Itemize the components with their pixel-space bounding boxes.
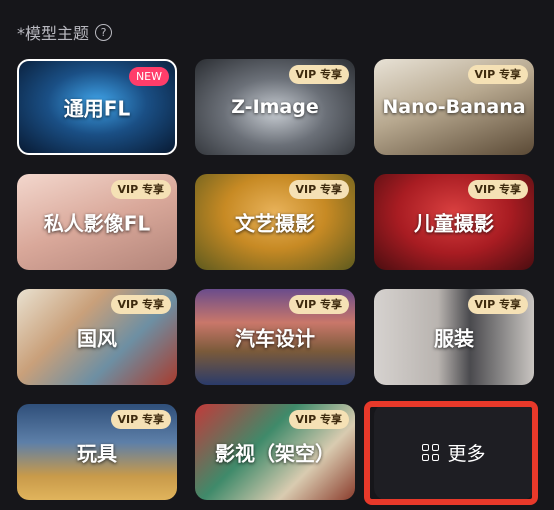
vip-badge: VIP 专享: [288, 410, 349, 429]
theme-card-label: 影视（架空）: [215, 441, 335, 466]
theme-card-art-photography[interactable]: VIP 专享 文艺摄影: [195, 174, 355, 270]
theme-card-label: 通用FL: [63, 96, 131, 121]
theme-card-chinese-style[interactable]: VIP 专享 国风: [17, 289, 177, 385]
theme-card-label: 文艺摄影: [235, 211, 315, 236]
theme-card-label: 国风: [77, 326, 117, 351]
new-badge: NEW: [128, 67, 169, 86]
theme-card-label: 儿童摄影: [414, 211, 494, 236]
section-header: *模型主题 ?: [17, 20, 113, 44]
theme-card-private-portrait-fl[interactable]: VIP 专享 私人影像FL: [17, 174, 177, 270]
required-mark: *: [17, 24, 25, 43]
theme-card-toys[interactable]: VIP 专享 玩具: [17, 404, 177, 500]
theme-card-label: 私人影像FL: [43, 211, 151, 236]
vip-badge: VIP 专享: [288, 295, 349, 314]
theme-card-children-photography[interactable]: VIP 专享 儿童摄影: [374, 174, 534, 270]
help-icon[interactable]: ?: [95, 23, 113, 41]
vip-badge: VIP 专享: [110, 410, 171, 429]
theme-card-label: Nano-Banana: [382, 96, 526, 118]
theme-card-z-image[interactable]: VIP 专享 Z-Image: [195, 59, 355, 155]
theme-card-nano-banana[interactable]: VIP 专享 Nano-Banana: [374, 59, 534, 155]
theme-card-film-fantasy[interactable]: VIP 专享 影视（架空）: [195, 404, 355, 500]
section-title-text: 模型主题: [25, 24, 90, 43]
theme-card-label: 服装: [434, 326, 474, 351]
theme-card-label: 玩具: [77, 441, 117, 466]
vip-badge: VIP 专享: [288, 65, 349, 84]
vip-badge: VIP 专享: [110, 180, 171, 199]
section-title: *模型主题: [17, 20, 89, 44]
highlight-outline: [364, 401, 538, 505]
vip-badge: VIP 专享: [467, 65, 528, 84]
vip-badge: VIP 专享: [288, 180, 349, 199]
theme-card-label: Z-Image: [231, 96, 319, 118]
vip-badge: VIP 专享: [467, 180, 528, 199]
theme-card-car-design[interactable]: VIP 专享 汽车设计: [195, 289, 355, 385]
vip-badge: VIP 专享: [467, 295, 528, 314]
theme-card-apparel[interactable]: VIP 专享 服装: [374, 289, 534, 385]
vip-badge: VIP 专享: [110, 295, 171, 314]
theme-card-general-fl[interactable]: NEW 通用FL: [17, 59, 177, 155]
theme-card-label: 汽车设计: [235, 326, 315, 351]
